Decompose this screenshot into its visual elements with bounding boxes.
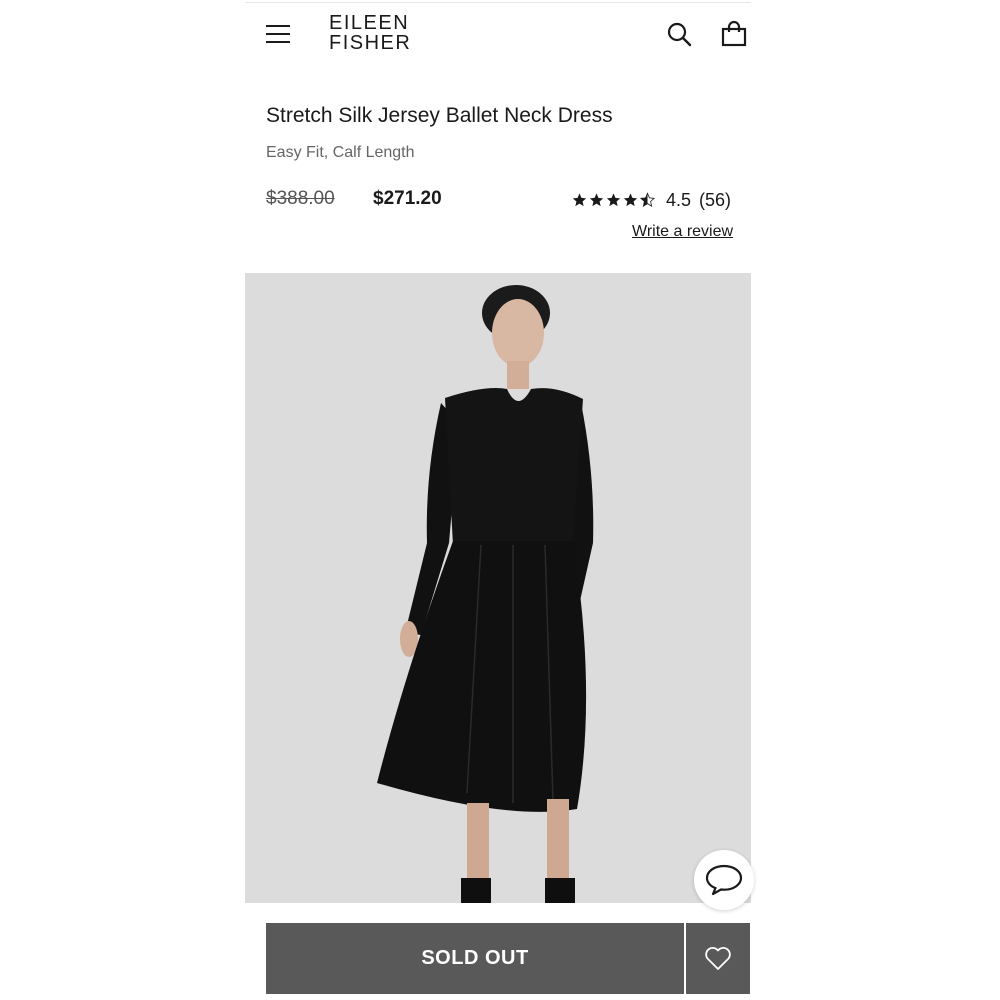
chat-button[interactable]	[694, 850, 754, 910]
rating-value: 4.5	[666, 189, 692, 210]
sold-out-button[interactable]: SOLD OUT	[266, 923, 684, 994]
brand-logo[interactable]: EILEEN FISHER	[329, 13, 419, 53]
rating-summary[interactable]: 4.5 (56)	[571, 188, 731, 212]
original-price: $388.00	[266, 188, 335, 209]
wishlist-button[interactable]	[686, 923, 750, 994]
write-review-link[interactable]: Write a review	[632, 221, 733, 243]
menu-button[interactable]	[266, 22, 290, 46]
review-count: (56)	[699, 189, 732, 210]
half-star-icon	[639, 192, 656, 207]
menu-icon-bar	[266, 33, 290, 35]
star-icon	[623, 193, 638, 207]
menu-icon	[266, 25, 290, 27]
star-rating	[571, 192, 656, 208]
product-fit-description: Easy Fit, Calf Length	[266, 144, 415, 161]
logo-line-1: EILEEN	[329, 12, 410, 34]
search-button[interactable]	[665, 20, 695, 50]
search-icon	[667, 22, 692, 47]
product-title: Stretch Silk Jersey Ballet Neck Dress	[266, 104, 613, 127]
model-photo	[245, 273, 751, 903]
product-page: EILEEN FISHER Stretch Silk Jersey Ballet…	[245, 0, 754, 1000]
star-icon	[589, 193, 604, 207]
shopping-bag-button[interactable]	[720, 20, 750, 50]
product-image[interactable]	[245, 273, 751, 903]
site-header: EILEEN FISHER	[245, 0, 751, 70]
heart-icon	[705, 947, 731, 970]
chat-icon	[705, 864, 743, 896]
menu-icon-bar	[266, 41, 290, 43]
star-icon	[606, 193, 621, 207]
logo-line-2: FISHER	[329, 32, 412, 54]
sale-price: $271.20	[373, 188, 442, 209]
star-icon	[572, 193, 587, 207]
bag-icon	[721, 20, 747, 47]
